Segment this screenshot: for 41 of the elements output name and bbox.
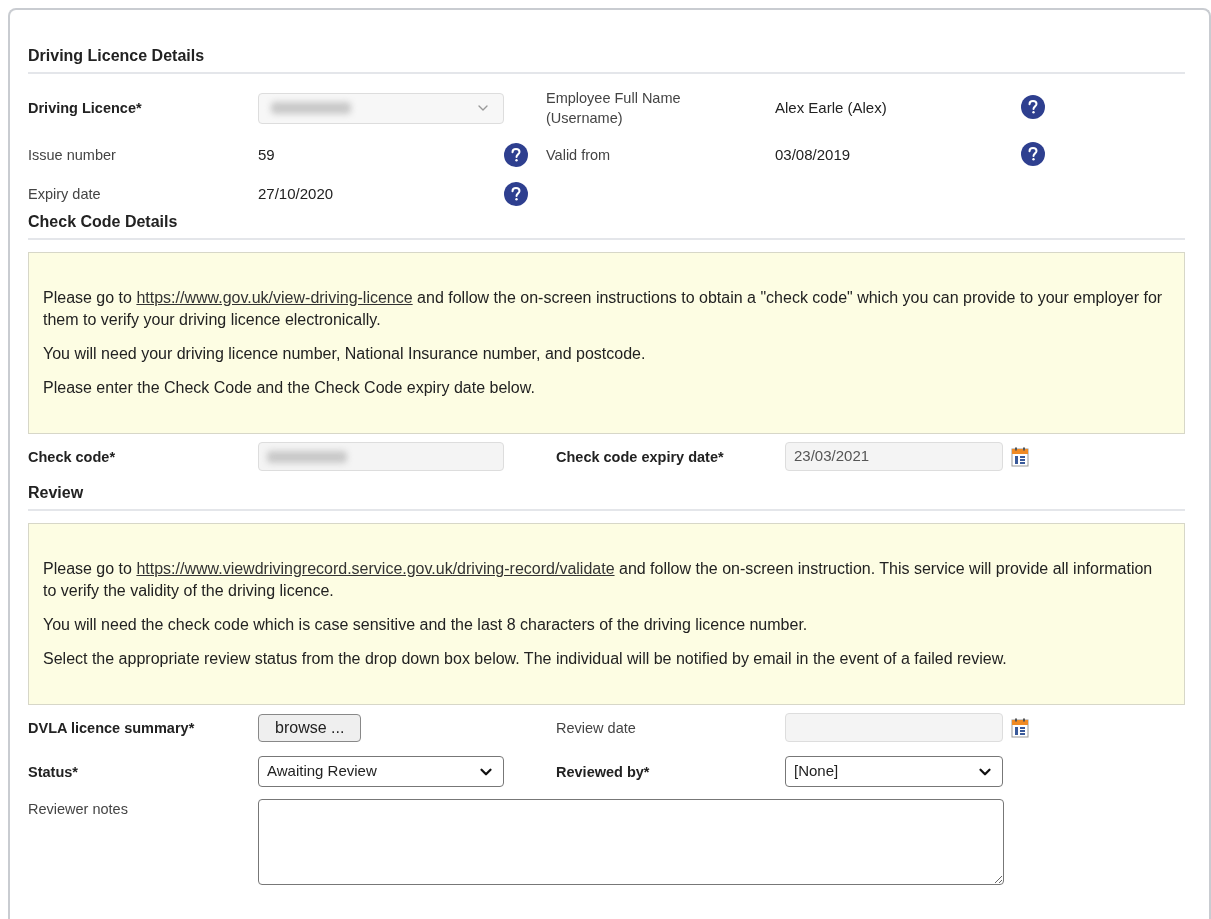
- info-text: Please go to https://www.gov.uk/view-driving-licence and follow the on-screen instructions to obtain a "check code" which you can provide to your employer for them to verify your driving licence electronically.: [43, 288, 1164, 330]
- help-icon[interactable]: [504, 182, 528, 206]
- calendar-icon[interactable]: [1011, 717, 1029, 738]
- link[interactable]: https://www.viewdrivingrecord.service.gov.uk/driving-record/validate: [136, 560, 615, 577]
- date-field[interactable]: [785, 713, 1003, 742]
- field-label: Valid from: [546, 146, 612, 165]
- date-field[interactable]: 23/03/2021: [785, 442, 1003, 471]
- info-text: Please go to https://www.viewdrivingrecord.service.gov.uk/driving-record/validate and follow the on-screen instruction. This service will provide all information to verify the validity of the driving licence.: [43, 559, 1154, 601]
- field-value: Alex Earle (Alex): [775, 97, 888, 118]
- calendar-icon[interactable]: [1011, 446, 1029, 467]
- info-text: You will need your driving licence number, National Insurance number, and postcode.: [43, 344, 647, 364]
- help-icon[interactable]: [1021, 142, 1045, 166]
- section-heading: Review: [28, 484, 84, 501]
- field-label: Status*: [28, 762, 79, 782]
- browse-button[interactable]: browse ...: [258, 713, 362, 742]
- check-code-field[interactable]: [258, 442, 504, 471]
- field-label: DVLA licence summary*: [28, 718, 196, 738]
- info-text: Please enter the Check Code and the Check Code expiry date below.: [43, 378, 536, 398]
- field-value: 03/08/2019: [775, 144, 852, 165]
- section-heading: Check Code Details: [28, 213, 178, 230]
- field-label: Check code expiry date*: [556, 447, 725, 467]
- field-label: Check code*: [28, 447, 117, 467]
- info-text: You will need the check code which is case sensitive and the last 8 characters of the driving licence number.: [43, 615, 809, 635]
- field-label: Driving Licence*: [28, 99, 143, 118]
- field-value: 27/10/2020: [258, 185, 334, 202]
- notes-field[interactable]: [258, 799, 1004, 885]
- field-value: 59: [258, 146, 275, 163]
- field-label: Expiry date: [28, 185, 102, 204]
- help-icon[interactable]: [1021, 95, 1045, 119]
- select-field[interactable]: [258, 92, 504, 124]
- field-label: Reviewed by*: [556, 762, 651, 782]
- status-select[interactable]: Awaiting Review: [258, 756, 504, 787]
- field-label: Employee Full Name (Username): [546, 89, 682, 128]
- field-label: Review date: [556, 718, 637, 738]
- info-text: Select the appropriate review status from the drop down box below. The individual will be notified by email in the event of a failed review.: [43, 649, 1008, 669]
- link[interactable]: https://www.gov.uk/view-driving-licence: [136, 289, 413, 306]
- reviewer-select[interactable]: [None]: [785, 756, 1003, 787]
- help-icon[interactable]: [504, 143, 528, 167]
- section-heading: Driving Licence Details: [28, 47, 205, 64]
- field-label: Reviewer notes: [28, 800, 129, 819]
- field-label: Issue number: [28, 146, 117, 165]
